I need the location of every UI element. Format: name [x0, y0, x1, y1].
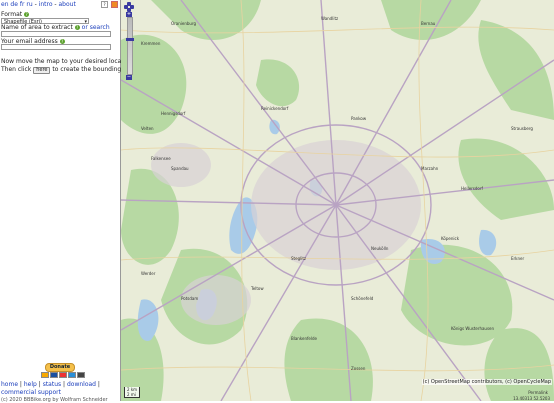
here-button[interactable]: here [33, 67, 51, 74]
map-attribution: (c) OpenStreetMap contributors, (c) Open… [421, 379, 552, 385]
place-label: Kremmen [141, 41, 161, 46]
donate-button[interactable]: Donate [45, 363, 75, 372]
place-label: Potsdam [181, 296, 198, 301]
zoom-control[interactable]: + − [124, 2, 134, 80]
map-canvas: Oranienburg Bernau Kremmen Wandlitz Hennigsd… [121, 0, 554, 401]
place-label: Königs Wusterhausen [451, 326, 495, 331]
place-label: Pankow [351, 116, 367, 121]
separator: - [54, 1, 57, 8]
lang-link-fr[interactable]: fr [20, 1, 25, 8]
place-label: Werder [141, 271, 156, 276]
place-label: Reinickendorf [261, 106, 289, 111]
card-icon [50, 372, 58, 378]
separator: - [34, 1, 37, 8]
zoom-slider[interactable] [126, 17, 134, 75]
place-label: Wandlitz [321, 16, 338, 21]
payment-cards [41, 372, 86, 380]
card-icon [77, 372, 85, 378]
area-label: Name of area to extract ? or search [1, 24, 110, 31]
zoom-out-button[interactable]: − [126, 75, 132, 80]
place-label: Schönefeld [351, 296, 374, 301]
area-name-input[interactable] [1, 31, 111, 37]
place-label: Neukölln [371, 246, 389, 251]
scale-bar: 2 km 2 mi [124, 387, 141, 398]
place-label: Bernau [421, 21, 436, 26]
rss-icon[interactable] [110, 1, 118, 8]
pan-down-icon[interactable] [127, 8, 131, 12]
help-icon[interactable]: ? [74, 25, 80, 30]
scale-imperial: 2 mi [127, 392, 136, 397]
place-label: Steglitz [291, 256, 306, 261]
area-label-text: Name of area to extract [1, 24, 73, 31]
place-label: Marzahn [421, 166, 439, 171]
place-label: Hennigsdorf [161, 111, 186, 116]
copyright: (c) 2020 BBBike.org by Wolfram Schneider [1, 397, 108, 403]
zoom-slider-handle[interactable] [126, 38, 134, 41]
map-view[interactable]: Oranienburg Bernau Kremmen Wandlitz Hennigsd… [121, 0, 554, 401]
place-label: Falkensee [151, 156, 171, 161]
format-label: Format ? [1, 11, 30, 18]
format-label-text: Format [1, 11, 23, 18]
lang-link-ru[interactable]: ru [26, 1, 32, 8]
card-icon [59, 372, 67, 378]
place-label: Teltow [250, 286, 264, 291]
help-icon[interactable]: ? [101, 1, 108, 8]
lang-link-en[interactable]: en [1, 1, 9, 8]
intro-link[interactable]: intro [39, 1, 53, 8]
instruction-text: Then click [1, 66, 32, 73]
place-label: Köpenick [441, 236, 460, 241]
card-icon [68, 372, 76, 378]
place-label: Blankenfelde [291, 336, 318, 341]
coordinates-readout: 13.40313 52.5203 [513, 396, 550, 401]
pan-control[interactable] [124, 2, 134, 12]
permalink[interactable]: Permalink [528, 390, 548, 395]
status-link[interactable]: status [43, 381, 61, 388]
email-input[interactable] [1, 44, 111, 50]
place-label: Oranienburg [171, 21, 197, 26]
help-link[interactable]: help [24, 381, 37, 388]
place-label: Erkner [511, 256, 524, 261]
lang-link-de[interactable]: de [10, 1, 18, 8]
download-link[interactable]: download [67, 381, 96, 388]
sidebar: en de fr ru - intro - about ? ⚙ Format ?… [0, 0, 143, 403]
commercial-support-link[interactable]: commercial support [1, 389, 61, 396]
home-link[interactable]: home [1, 381, 18, 388]
place-label: Hellersdorf [461, 186, 484, 191]
place-label: Spandau [171, 166, 189, 171]
about-link[interactable]: about [59, 1, 76, 8]
footer-links: home | help | status | download | commer… [1, 381, 100, 396]
language-bar: en de fr ru - intro - about ? ⚙ [1, 1, 128, 8]
place-label: Strausberg [511, 126, 533, 131]
place-label: Velten [141, 126, 154, 131]
place-label: Zossen [351, 366, 366, 371]
help-icon[interactable]: ? [24, 12, 30, 17]
card-icon [41, 372, 49, 378]
search-link[interactable]: or search [82, 24, 110, 31]
